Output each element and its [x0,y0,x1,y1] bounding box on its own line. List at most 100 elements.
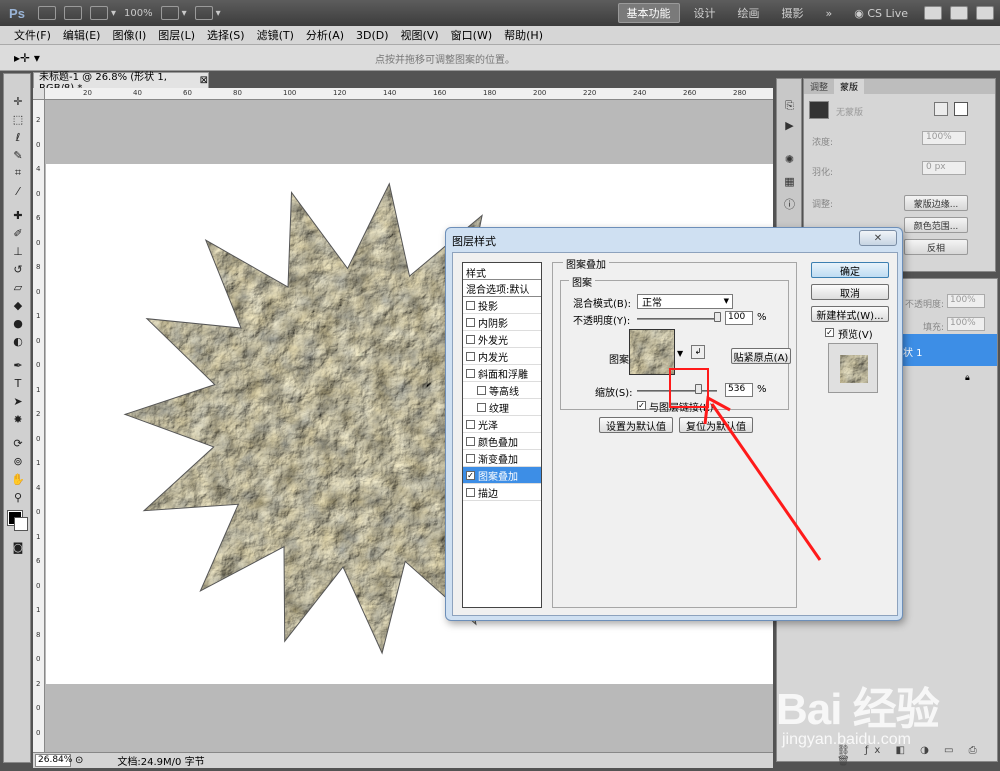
style-checkbox[interactable] [466,351,475,361]
menu-analysis[interactable]: 分析(A) [300,27,350,43]
style-item[interactable]: 外发光 [463,331,541,348]
menu-view[interactable]: 视图(V) [395,27,445,43]
menu-help[interactable]: 帮助(H) [498,27,549,43]
style-checkbox[interactable] [466,300,475,310]
opacity-slider-thumb[interactable] [714,312,721,322]
workspace-more-button[interactable]: » [818,3,841,23]
zoom-tool-icon[interactable]: ⚲ [10,490,26,504]
workspace-essentials[interactable]: 基本功能 [617,3,680,23]
zoom-preset[interactable]: 100% [124,4,153,22]
vector-mask-icon[interactable] [954,102,968,116]
3d-rotate-tool-icon[interactable]: ⟳ [10,436,26,450]
new-style-button[interactable]: 新建样式(W)... [811,306,889,322]
style-item[interactable]: 描边 [463,484,541,501]
style-item[interactable]: 投影 [463,297,541,314]
background-color-swatch[interactable] [14,517,28,531]
snap-to-origin-button[interactable]: 贴紧原点(A) [731,348,791,364]
style-item[interactable]: ✓ 图案叠加 [463,467,541,484]
menu-3d[interactable]: 3D(D) [350,29,395,42]
pixel-mask-icon[interactable] [934,102,948,116]
style-item[interactable]: 内阴影 [463,314,541,331]
style-item[interactable]: 斜面和浮雕 [463,365,541,382]
close-tab-icon[interactable]: ⊠ [200,75,208,86]
close-window-button[interactable] [976,6,994,20]
hand-tool-icon[interactable]: ✋ [10,472,26,486]
quick-mask-icon[interactable]: ◙ [10,540,26,554]
style-item[interactable]: 渐变叠加 [463,450,541,467]
bridge-button[interactable] [38,4,56,22]
minimize-button[interactable] [924,6,942,20]
menu-file[interactable]: 文件(F) [8,27,57,43]
cs-live-button[interactable]: ◉ CS Live [846,3,916,23]
3d-orbit-tool-icon[interactable]: ⊚ [10,454,26,468]
menu-window[interactable]: 窗口(W) [445,27,498,43]
crop-tool-icon[interactable]: ⌗ [10,166,26,180]
mask-edge-button[interactable]: 蒙版边缘... [904,195,968,211]
clone-stamp-tool-icon[interactable]: ⊥ [10,244,26,258]
style-item[interactable]: 纹理 [463,399,541,416]
menu-edit[interactable]: 编辑(E) [57,27,107,43]
menu-select[interactable]: 选择(S) [201,27,251,43]
maximize-button[interactable] [950,6,968,20]
status-icon[interactable]: ⊙ [75,755,83,766]
style-checkbox[interactable] [477,385,486,395]
move-tool-icon[interactable]: ✛ [10,94,26,108]
styles-header[interactable]: 样式 [463,263,541,280]
style-item[interactable]: 内发光 [463,348,541,365]
color-range-button[interactable]: 颜色范围... [904,217,968,233]
blend-mode-select[interactable]: 正常 ▼ [637,294,733,309]
eraser-tool-icon[interactable]: ▱ [10,280,26,294]
menu-image[interactable]: 图像(I) [106,27,152,43]
paint-bucket-tool-icon[interactable]: ◆ [10,298,26,312]
reset-default-button[interactable]: 复位为默认值 [679,417,753,433]
path-selection-tool-icon[interactable]: ➤ [10,394,26,408]
style-item[interactable]: 光泽 [463,416,541,433]
cancel-button[interactable]: 取消 [811,284,889,300]
style-checkbox[interactable] [466,419,475,429]
arrange-documents-button[interactable]: ▾ [160,4,187,22]
dialog-close-button[interactable]: ✕ [859,230,897,246]
ok-button[interactable]: 确定 [811,262,889,278]
histogram-icon[interactable]: ▦ [782,175,797,188]
invert-button[interactable]: 反相 [904,239,968,255]
menu-filter[interactable]: 滤镜(T) [251,27,300,43]
actions-icon[interactable]: ▶ [782,119,797,132]
brush-tool-icon[interactable]: ✐ [10,226,26,240]
pattern-picker-chevron-icon[interactable]: ▼ [677,349,683,358]
style-checkbox[interactable] [466,368,475,378]
preview-checkbox[interactable]: ✓ [825,328,834,337]
menu-layer[interactable]: 图层(L) [152,27,201,43]
view-extras-button[interactable]: ▾ [90,4,116,22]
minibridge-button[interactable] [64,4,82,22]
style-checkbox[interactable] [466,334,475,344]
move-tool-preset-icon[interactable]: ▸✛ ▾ [14,51,40,65]
pen-tool-icon[interactable]: ✒ [10,358,26,372]
density-field[interactable]: 100% [922,131,966,145]
eyedropper-tool-icon[interactable]: ⁄ [10,184,26,198]
type-tool-icon[interactable]: T [10,376,26,390]
blur-tool-icon[interactable]: ● [10,316,26,330]
history-icon[interactable]: ⎘ [782,99,797,112]
link-with-layer-checkbox[interactable]: ✓ [637,401,646,410]
layer-opacity-field[interactable]: 100% [947,294,985,308]
healing-brush-tool-icon[interactable]: ✚ [10,208,26,222]
style-checkbox[interactable] [466,487,475,497]
tab-adjustments[interactable]: 调整 [804,79,834,94]
layer-footer-icons[interactable]: ⛓ ƒx ◧ ◑ ▭ ⎙ 🗑︎ [837,745,997,767]
shape-tool-icon[interactable]: ✸ [10,412,26,426]
tab-masks[interactable]: 蒙版 [834,79,865,94]
style-checkbox[interactable] [466,436,475,446]
style-checkbox[interactable] [466,453,475,463]
dodge-tool-icon[interactable]: ◐ [10,334,26,348]
style-checkbox[interactable] [466,317,475,327]
workspace-painting[interactable]: 绘画 [730,3,768,23]
navigator-icon[interactable]: ✺ [782,153,797,166]
blend-options-item[interactable]: 混合选项:默认 [463,280,541,297]
style-item[interactable]: 颜色叠加 [463,433,541,450]
workspace-design[interactable]: 设计 [686,3,724,23]
zoom-level-field[interactable]: 26.84% [35,754,72,767]
style-checkbox[interactable]: ✓ [466,470,475,480]
style-checkbox[interactable] [477,402,486,412]
workspace-photography[interactable]: 摄影 [774,3,812,23]
opacity-field[interactable]: 100 [725,311,753,325]
